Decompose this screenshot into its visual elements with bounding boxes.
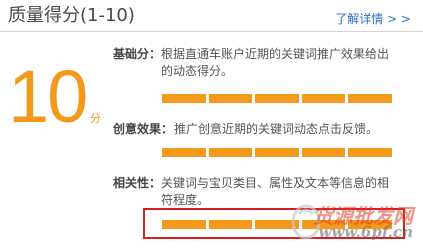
relevance-desc-line2: 符程度。 xyxy=(161,193,210,207)
quality-score-value: 10 xyxy=(8,55,88,138)
relevance-label: 相关性： xyxy=(113,176,162,190)
learn-more-link[interactable]: 了解详情 > > xyxy=(335,12,411,26)
page-title: 质量得分(1-10) xyxy=(8,5,135,26)
bar-segment xyxy=(301,148,346,157)
bar-segment xyxy=(301,94,346,103)
base-score-label: 基础分： xyxy=(113,47,162,61)
bar-segment xyxy=(255,148,299,157)
relevance-highlight-box xyxy=(143,208,405,239)
creative-effect-bar xyxy=(162,148,392,157)
creative-effect-desc-line1: 推广创意近期的关键词动态点击反馈。 xyxy=(174,122,379,136)
creative-effect-description: 推广创意近期的关键词动态点击反馈。 xyxy=(174,121,414,138)
bar-segment xyxy=(348,148,392,157)
bar-segment xyxy=(162,94,206,103)
bar-segment xyxy=(208,148,253,157)
bar-segment xyxy=(348,94,392,103)
creative-effect-label: 创意效果： xyxy=(113,122,174,136)
bar-segment xyxy=(162,148,206,157)
relevance-description: 关键词与宝贝类目、属性及文本等信息的相 符程度。 xyxy=(161,175,411,209)
quality-score-unit: 分 xyxy=(90,112,101,125)
base-score-description: 根据直通车账户近期的关键词推广效果给出 的动态得分。 xyxy=(161,46,411,80)
base-score-bar xyxy=(162,94,392,103)
bar-segment xyxy=(208,94,253,103)
section-header: 质量得分(1-10) 了解详情 > > xyxy=(0,0,423,32)
relevance-desc-line1: 关键词与宝贝类目、属性及文本等信息的相 xyxy=(161,176,390,190)
bar-segment xyxy=(255,94,299,103)
base-score-desc-line2: 的动态得分。 xyxy=(161,64,234,78)
base-score-desc-line1: 根据直通车账户近期的关键词推广效果给出 xyxy=(161,47,390,61)
